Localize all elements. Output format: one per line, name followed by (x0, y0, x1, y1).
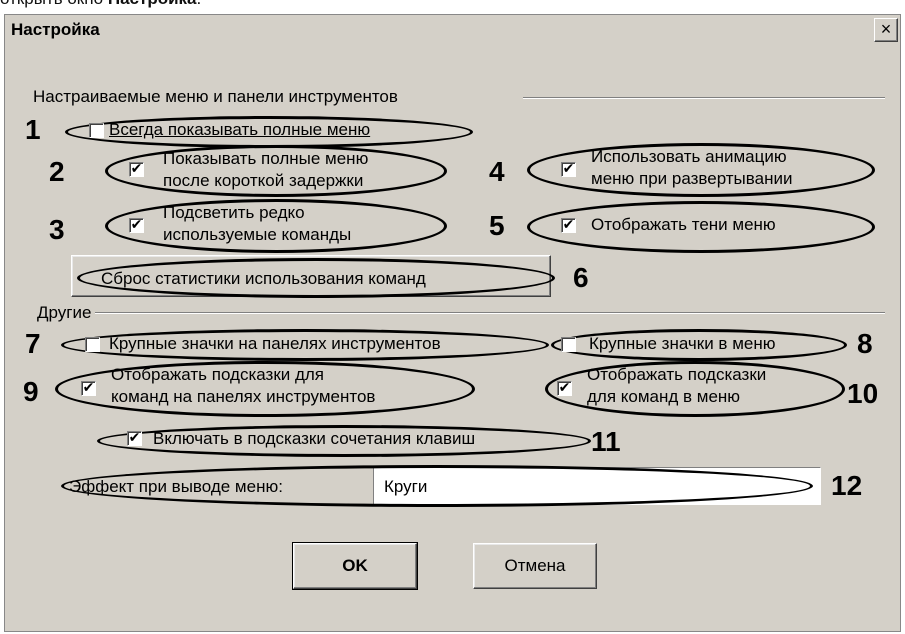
check-icon: ✔ (130, 160, 143, 176)
callout-number-10: 10 (847, 378, 879, 409)
toolbar-tooltips-checkbox[interactable]: ✔ (81, 379, 96, 396)
check-icon: ✔ (562, 216, 575, 232)
toolbar-tooltips-label-2: команд на панелях инструментов (111, 387, 376, 406)
full-menus-delay-label-2: после короткой задержки (163, 171, 364, 190)
tooltip-shortcuts-label: Включать в подсказки сочетания клавиш (153, 429, 476, 448)
callout-number-8: 8 (857, 328, 873, 359)
cancel-button[interactable]: Отмена (473, 543, 597, 589)
menu-animation-label-1: Использовать анимацию (591, 147, 787, 166)
menu-tooltips-checkbox[interactable]: ✔ (557, 379, 572, 396)
close-button[interactable]: × (874, 18, 898, 42)
check-icon: ✔ (128, 429, 141, 445)
group-menus-label: Настраиваемые меню и панели инструментов (33, 87, 398, 106)
group-other-label: Другие (37, 303, 92, 322)
menu-animation-label-2: меню при развертывании (591, 169, 793, 188)
menu-tooltips-label-2: для команд в меню (587, 387, 741, 406)
callout-number-4: 4 (489, 156, 505, 187)
highlight-rare-checkbox[interactable]: ✔ (129, 216, 144, 233)
large-menu-icons-label: Крупные значки в меню (589, 334, 776, 353)
callout-number-9: 9 (23, 376, 39, 407)
callout-number-11: 11 (591, 426, 621, 457)
full-menus-delay-checkbox[interactable]: ✔ (129, 160, 144, 177)
always-full-menus-label: Всегда показывать полные меню (109, 120, 371, 139)
large-toolbar-icons-checkbox[interactable] (85, 337, 100, 352)
settings-dialog: Настройка × Настраиваемые меню и панели … (4, 14, 901, 632)
group-other-separator (95, 312, 885, 314)
always-full-menus-checkbox[interactable] (89, 123, 104, 138)
large-toolbar-icons-label: Крупные значки на панелях инструментов (109, 334, 441, 353)
callout-number-6: 6 (573, 262, 589, 293)
highlight-rare-label-1: Подсветить редко (163, 203, 305, 222)
title-bar: Настройка × (5, 15, 900, 47)
full-menus-delay-label-1: Показывать полные меню (163, 149, 369, 168)
check-icon: ✔ (82, 379, 95, 395)
ok-button[interactable]: OK (292, 542, 418, 590)
reset-stats-label: Сброс статистики использования команд (101, 269, 426, 288)
menu-animation-checkbox[interactable]: ✔ (561, 160, 576, 177)
check-icon: ✔ (130, 216, 143, 232)
group-menus-separator (523, 97, 885, 99)
large-menu-icons-checkbox[interactable] (561, 337, 576, 352)
callout-number-12: 12 (831, 470, 863, 501)
page-caption: открыть окно Настройка. (0, 0, 201, 11)
window-title: Настройка (11, 20, 100, 39)
callout-number-5: 5 (489, 210, 505, 241)
callout-number-7: 7 (25, 328, 41, 359)
highlight-rare-label-2: используемые команды (163, 225, 352, 244)
callout-number-1: 1 (25, 114, 41, 145)
toolbar-tooltips-label-1: Отображать подсказки для (111, 365, 325, 384)
menu-shadows-label: Отображать тени меню (591, 215, 776, 234)
close-icon: × (880, 19, 892, 39)
check-icon: ✔ (562, 160, 575, 176)
callout-number-2: 2 (49, 156, 65, 187)
check-icon: ✔ (558, 379, 571, 395)
tooltip-shortcuts-checkbox[interactable]: ✔ (127, 429, 142, 446)
callout-oval-12 (61, 465, 813, 507)
callout-number-3: 3 (49, 214, 65, 245)
menu-tooltips-label-1: Отображать подсказки (587, 365, 767, 384)
menu-shadows-checkbox[interactable]: ✔ (561, 216, 576, 233)
